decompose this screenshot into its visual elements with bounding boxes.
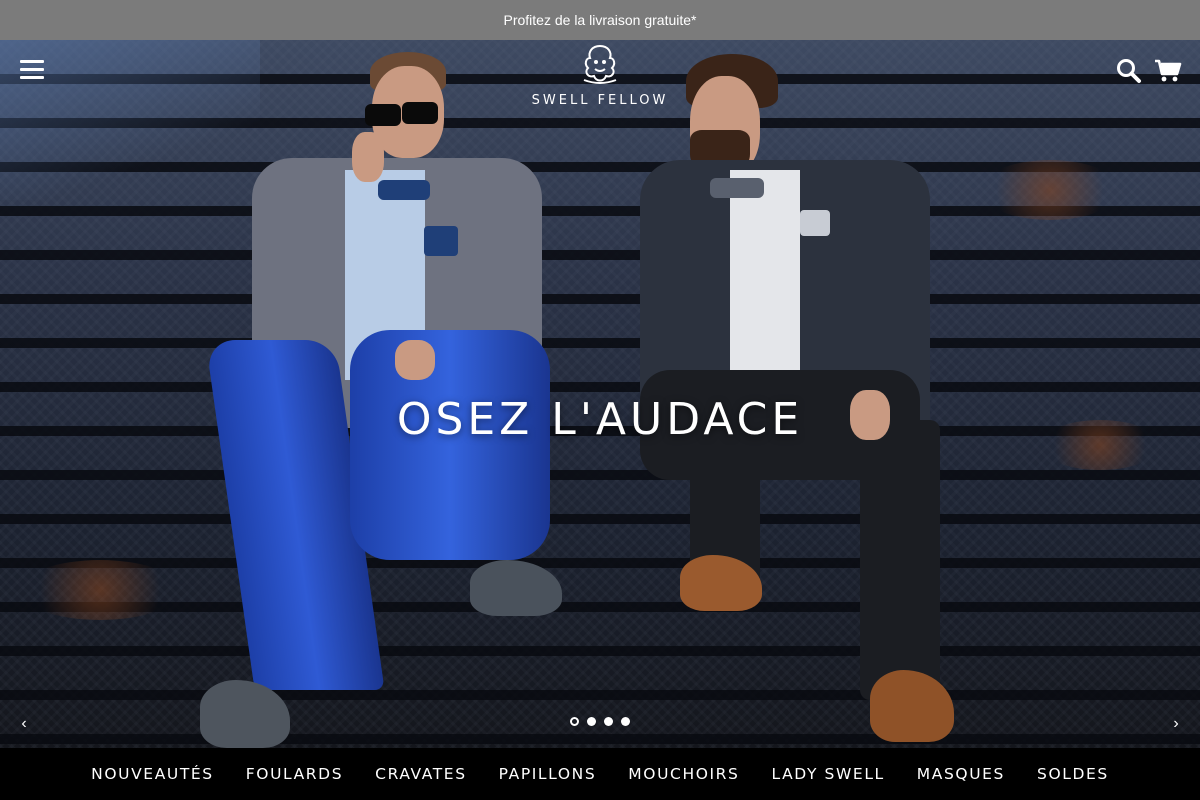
main-navigation: NOUVEAUTÉS FOULARDS CRAVATES PAPILLONS M… <box>0 748 1200 800</box>
brand-name: SWELL FELLOW <box>531 93 669 108</box>
nav-item-lady-swell[interactable]: LADY SWELL <box>771 765 884 783</box>
hero-headline: OSEZ L'AUDACE <box>396 394 804 445</box>
brand-logo[interactable]: SWELL FELLOW <box>530 44 670 108</box>
hero-slideshow: OSEZ L'AUDACE <box>0 40 1200 748</box>
cart-icon[interactable] <box>1154 58 1182 89</box>
slider-next-button[interactable]: › <box>1164 712 1188 736</box>
chevron-left-icon: ‹ <box>21 715 27 732</box>
slider-dot[interactable] <box>604 717 613 726</box>
slider-dot[interactable] <box>587 717 596 726</box>
slider-prev-button[interactable]: ‹ <box>12 712 36 736</box>
nav-item-soldes[interactable]: SOLDES <box>1037 765 1109 783</box>
nav-item-mouchoirs[interactable]: MOUCHOIRS <box>628 765 739 783</box>
slider-dot[interactable] <box>621 717 630 726</box>
lion-crest-icon <box>583 44 617 84</box>
search-icon[interactable] <box>1116 58 1142 89</box>
chevron-right-icon: › <box>1173 715 1179 732</box>
announcement-bar: Profitez de la livraison gratuite* <box>0 0 1200 40</box>
nav-item-masques[interactable]: MASQUES <box>917 765 1005 783</box>
slider-dot[interactable] <box>570 717 579 726</box>
nav-item-nouveautes[interactable]: NOUVEAUTÉS <box>91 765 214 783</box>
slider-dots <box>570 717 630 726</box>
nav-item-foulards[interactable]: FOULARDS <box>246 765 343 783</box>
announcement-text: Profitez de la livraison gratuite* <box>503 12 697 28</box>
nav-item-papillons[interactable]: PAPILLONS <box>499 765 597 783</box>
nav-item-cravates[interactable]: CRAVATES <box>375 765 467 783</box>
hamburger-menu-icon[interactable] <box>20 60 44 80</box>
